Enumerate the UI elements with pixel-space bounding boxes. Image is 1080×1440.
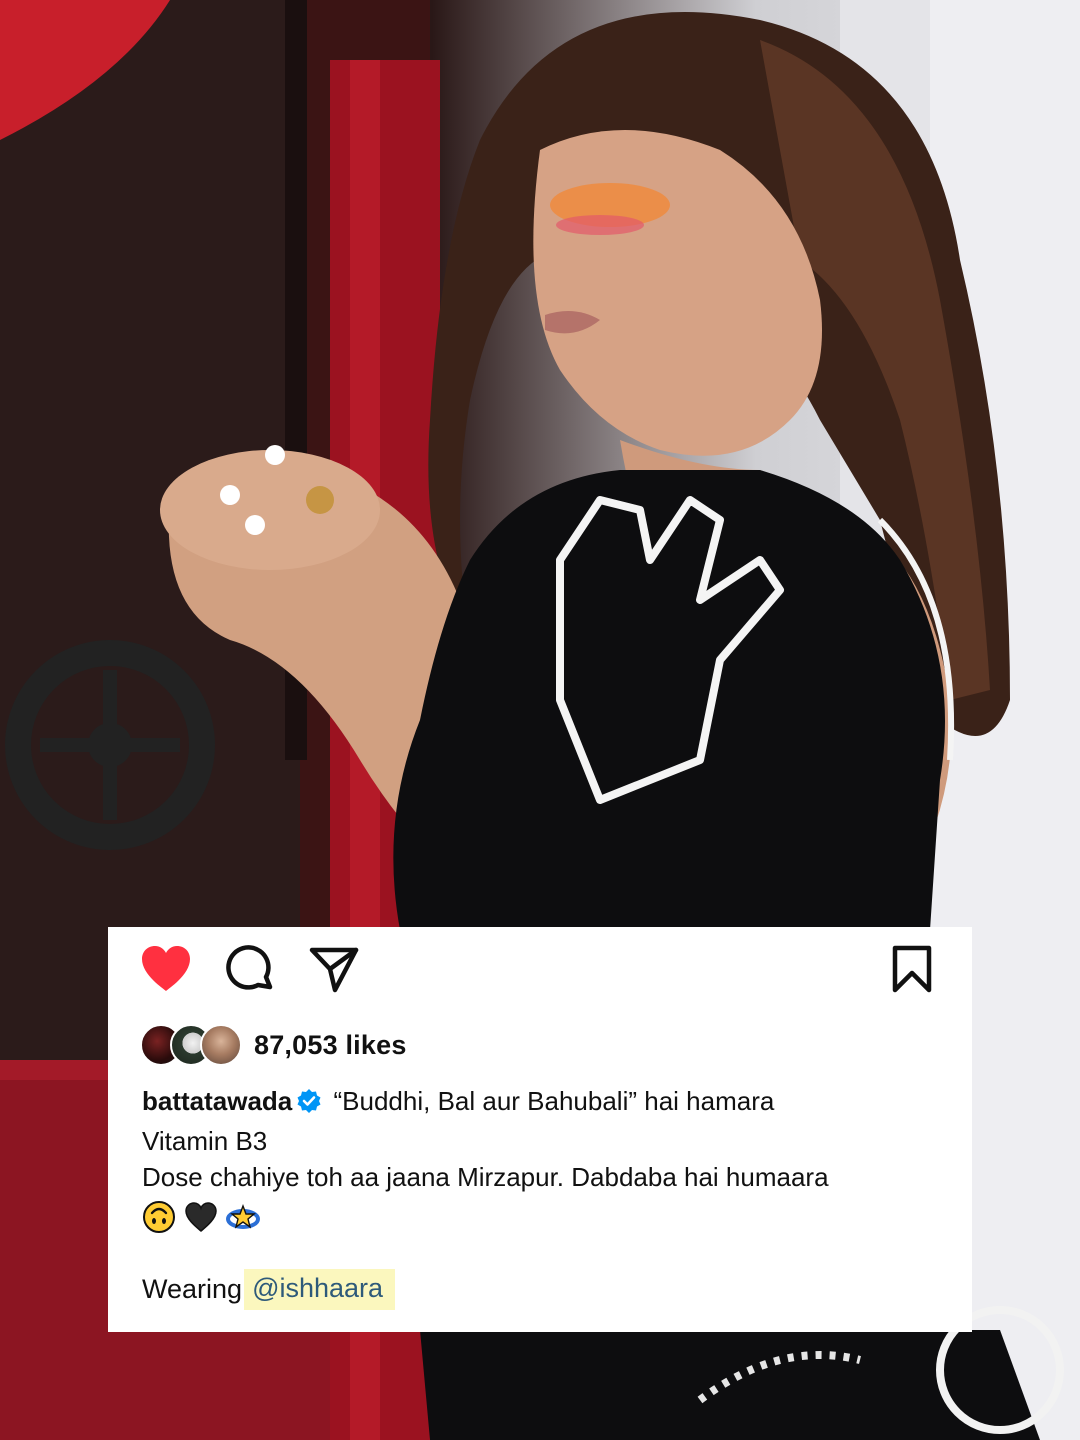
heart-filled-icon [142,946,190,991]
wearing-label: Wearing [142,1273,243,1304]
post-card: 87,053 likes battatawada “Buddhi, Bal au… [108,927,972,1332]
post-caption: battatawada “Buddhi, Bal aur Bahubali” h… [142,1083,942,1237]
save-button[interactable] [884,941,940,997]
mention-link[interactable]: @ishhaara [244,1268,396,1310]
verified-badge-icon [296,1087,322,1123]
caption-text-line3: Dose chahiye toh aa jaana Mirzapur. Dabd… [142,1162,829,1192]
paper-plane-icon [309,947,359,993]
liked-by-avatars[interactable] [140,1024,248,1066]
comment-button[interactable] [222,941,278,997]
share-button[interactable] [306,941,362,997]
avatar [200,1024,242,1066]
caption-text-line2: Vitamin B3 [142,1126,268,1156]
comment-icon [226,945,273,990]
caption-text-line1: “Buddhi, Bal aur Bahubali” hai hamara [333,1086,775,1116]
username-link[interactable]: battatawada [142,1086,292,1116]
dizzy-emoji-icon [226,1204,260,1229]
wearing-row: Wearing @ishhaara [142,1267,396,1311]
like-button[interactable] [138,941,194,997]
likes-count[interactable]: 87,053 likes [254,1030,407,1061]
post-actions-bar [108,927,972,1007]
caption-first-line: battatawada “Buddhi, Bal aur Bahubali” h… [142,1083,942,1123]
black-heart-emoji-icon [185,1202,217,1233]
upside-down-face-emoji-icon [143,1201,175,1233]
caption-emoji-row [142,1197,942,1237]
bookmark-icon [892,945,932,993]
likes-row: 87,053 likes [140,1023,407,1067]
